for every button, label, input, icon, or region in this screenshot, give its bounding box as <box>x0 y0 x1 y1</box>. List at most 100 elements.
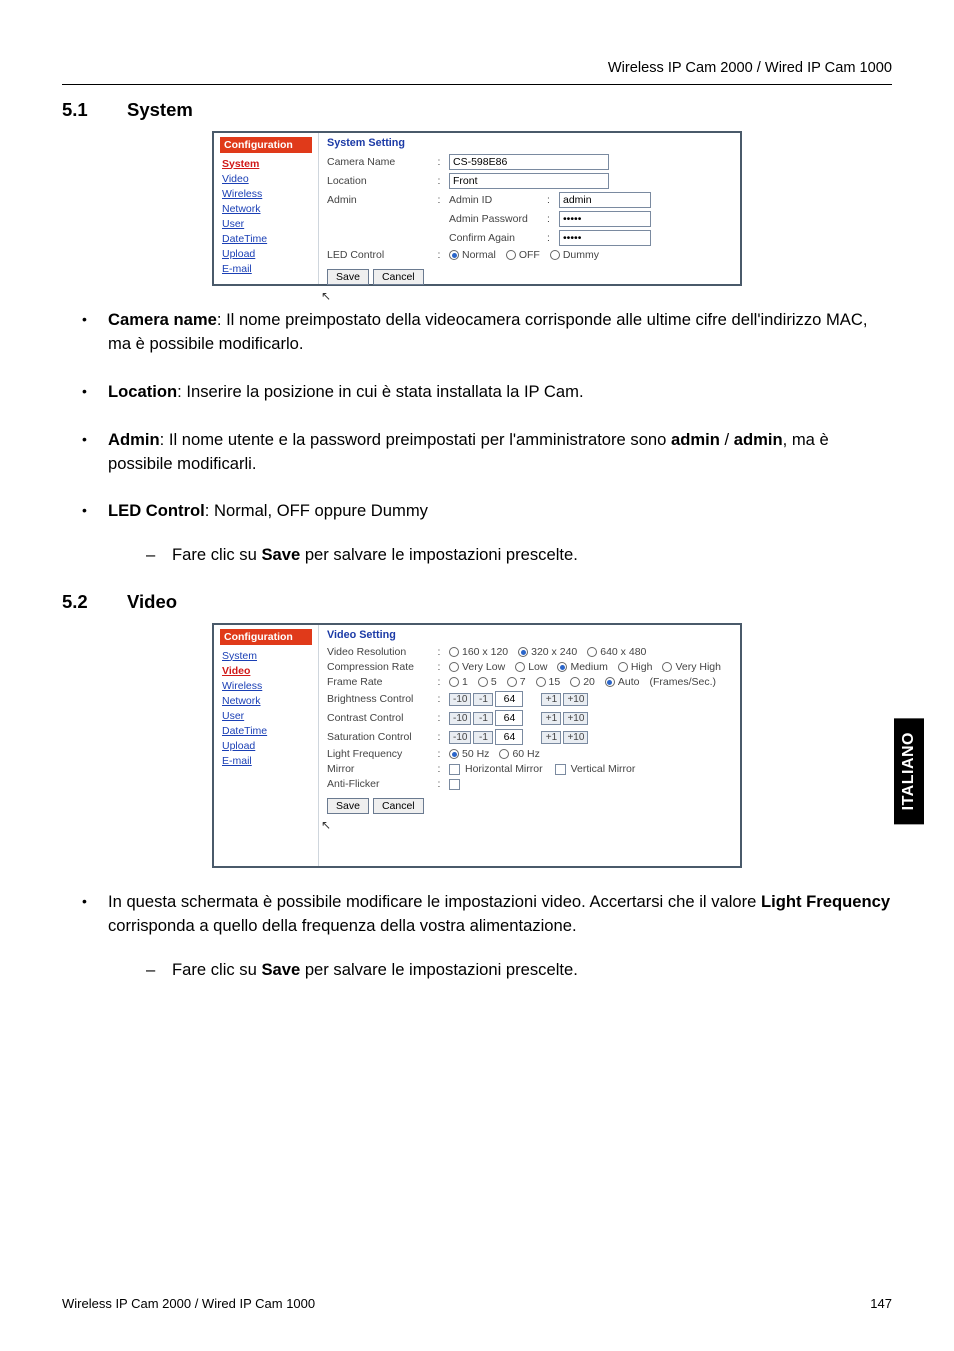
brightness-minus1-button[interactable]: -1 <box>473 693 493 706</box>
fr-7-radio[interactable]: 7 <box>507 676 526 688</box>
led-off-radio[interactable]: OFF <box>506 249 540 261</box>
saturation-minus1-button[interactable]: -1 <box>473 731 493 744</box>
bullet-camera-name: Camera name: Il nome preimpostato della … <box>82 308 892 356</box>
comp-veryhigh-radio[interactable]: Very High <box>662 661 721 673</box>
location-row: Location: <box>327 173 732 189</box>
admin-label: Admin <box>327 194 435 206</box>
led-dummy-radio[interactable]: Dummy <box>550 249 599 261</box>
admin-id-input[interactable] <box>559 192 651 208</box>
cancel-button[interactable]: Cancel <box>373 269 424 285</box>
radio-icon <box>449 677 459 687</box>
section-title: System <box>127 99 193 120</box>
contrast-minus10-button[interactable]: -10 <box>449 712 471 725</box>
radio-dot-icon <box>518 647 528 657</box>
confirm-label: Confirm Again <box>449 232 547 244</box>
mirror-vertical-checkbox[interactable] <box>555 764 566 775</box>
nav-user[interactable]: User <box>220 708 312 723</box>
res-160-radio[interactable]: 160 x 120 <box>449 646 508 658</box>
nav-system[interactable]: System <box>220 648 312 663</box>
nav-email[interactable]: E-mail <box>220 261 312 276</box>
pane-header: System Setting <box>327 137 732 149</box>
nav-wireless[interactable]: Wireless <box>220 186 312 201</box>
lf-50hz-radio[interactable]: 50 Hz <box>449 748 489 760</box>
section-number: 5.1 <box>62 99 127 121</box>
sub-bullet-save: Fare clic su Save per salvare le imposta… <box>146 543 892 567</box>
radio-dot-icon <box>557 662 567 672</box>
sidebar-header: Configuration <box>220 137 312 153</box>
language-tab: ITALIANO <box>894 718 924 824</box>
nav-network[interactable]: Network <box>220 201 312 216</box>
admin-id-label: Admin ID <box>449 194 547 206</box>
contrast-label: Contrast Control <box>327 712 435 724</box>
mirror-horizontal-checkbox[interactable] <box>449 764 460 775</box>
comp-low-radio[interactable]: Low <box>515 661 547 673</box>
nav-datetime[interactable]: DateTime <box>220 231 312 246</box>
saturation-label: Saturation Control <box>327 731 435 743</box>
sidebar-header: Configuration <box>220 629 312 645</box>
framerate-label: Frame Rate <box>327 676 435 688</box>
fr-15-radio[interactable]: 15 <box>536 676 561 688</box>
contrast-row: Contrast Control: -10 -1 +1 +10 <box>327 710 732 726</box>
fr-auto-radio[interactable]: Auto <box>605 676 640 688</box>
brightness-plus10-button[interactable]: +10 <box>563 693 588 706</box>
nav-upload[interactable]: Upload <box>220 738 312 753</box>
radio-dot-icon <box>605 677 615 687</box>
sub-bullet-save: Fare clic su Save per salvare le imposta… <box>146 958 892 982</box>
contrast-plus1-button[interactable]: +1 <box>541 712 561 725</box>
nav-video[interactable]: Video <box>220 663 312 678</box>
fr-20-radio[interactable]: 20 <box>570 676 595 688</box>
nav-email[interactable]: E-mail <box>220 753 312 768</box>
brightness-minus10-button[interactable]: -10 <box>449 693 471 706</box>
nav-upload[interactable]: Upload <box>220 246 312 261</box>
framerate-row: Frame Rate: 1 5 7 15 20 Auto (Frames/Sec… <box>327 676 732 688</box>
nav-video[interactable]: Video <box>220 171 312 186</box>
saturation-row: Saturation Control: -10 -1 +1 +10 <box>327 729 732 745</box>
video-setting-pane: Video Setting Video Resolution: 160 x 12… <box>319 625 740 866</box>
bullet-led-control: LED Control: Normal, OFF oppure Dummy Fa… <box>82 499 892 567</box>
compression-label: Compression Rate <box>327 661 435 673</box>
saturation-minus10-button[interactable]: -10 <box>449 731 471 744</box>
fr-1-radio[interactable]: 1 <box>449 676 468 688</box>
radio-icon <box>507 677 517 687</box>
led-normal-radio[interactable]: Normal <box>449 249 496 261</box>
lightfreq-row: Light Frequency: 50 Hz 60 Hz <box>327 748 732 760</box>
resolution-label: Video Resolution <box>327 646 435 658</box>
section-5-2-bullets: In questa schermata è possibile modifica… <box>82 890 892 982</box>
saturation-value-input[interactable] <box>495 729 523 745</box>
comp-medium-radio[interactable]: Medium <box>557 661 607 673</box>
nav-network[interactable]: Network <box>220 693 312 708</box>
nav-system[interactable]: System <box>220 156 312 171</box>
comp-verylow-radio[interactable]: Very Low <box>449 661 505 673</box>
save-button[interactable]: Save <box>327 269 369 285</box>
saturation-plus1-button[interactable]: +1 <box>541 731 561 744</box>
save-button[interactable]: Save <box>327 798 369 814</box>
brightness-plus1-button[interactable]: +1 <box>541 693 561 706</box>
antiflicker-checkbox[interactable] <box>449 779 460 790</box>
contrast-minus1-button[interactable]: -1 <box>473 712 493 725</box>
radio-icon <box>536 677 546 687</box>
nav-user[interactable]: User <box>220 216 312 231</box>
res-320-radio[interactable]: 320 x 240 <box>518 646 577 658</box>
contrast-value-input[interactable] <box>495 710 523 726</box>
nav-wireless[interactable]: Wireless <box>220 678 312 693</box>
admin-password-input[interactable] <box>559 211 651 227</box>
nav-datetime[interactable]: DateTime <box>220 723 312 738</box>
camera-name-input[interactable] <box>449 154 609 170</box>
radio-icon <box>662 662 672 672</box>
comp-high-radio[interactable]: High <box>618 661 653 673</box>
res-640-radio[interactable]: 640 x 480 <box>587 646 646 658</box>
bullet-admin: Admin: Il nome utente e la password prei… <box>82 428 892 476</box>
contrast-plus10-button[interactable]: +10 <box>563 712 588 725</box>
cancel-button[interactable]: Cancel <box>373 798 424 814</box>
compression-row: Compression Rate: Very Low Low Medium Hi… <box>327 661 732 673</box>
mirror-row: Mirror: Horizontal Mirror Vertical Mirro… <box>327 763 732 775</box>
radio-dot-icon <box>449 749 459 759</box>
location-input[interactable] <box>449 173 609 189</box>
section-5-1-bullets: Camera name: Il nome preimpostato della … <box>82 308 892 567</box>
radio-icon <box>449 662 459 672</box>
fr-5-radio[interactable]: 5 <box>478 676 497 688</box>
brightness-value-input[interactable] <box>495 691 523 707</box>
confirm-input[interactable] <box>559 230 651 246</box>
lf-60hz-radio[interactable]: 60 Hz <box>499 748 539 760</box>
saturation-plus10-button[interactable]: +10 <box>563 731 588 744</box>
